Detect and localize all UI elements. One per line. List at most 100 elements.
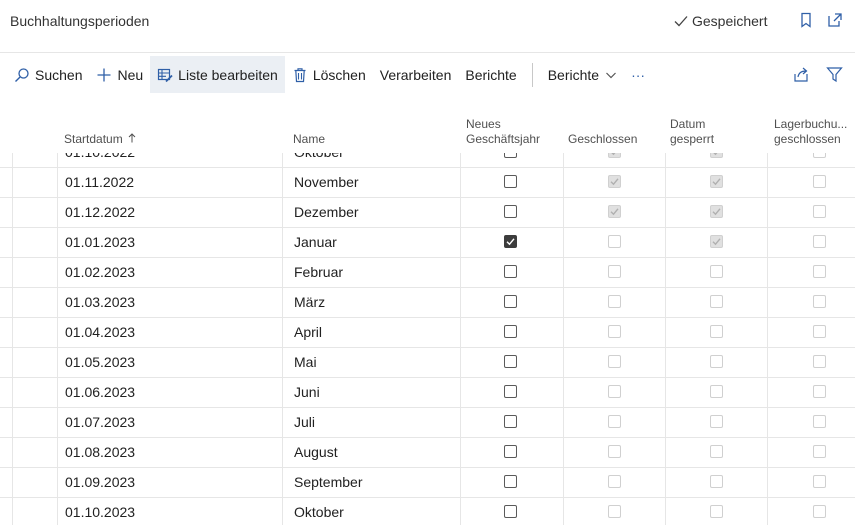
table-row[interactable]: 01.04.2023 April xyxy=(0,318,855,348)
name-cell[interactable]: März xyxy=(294,288,325,317)
closed-checkbox xyxy=(608,505,621,518)
table-row[interactable]: 01.07.2023 Juli xyxy=(0,408,855,438)
inventory-header-line2: geschlossen xyxy=(774,132,841,146)
plus-icon xyxy=(97,68,111,81)
name-cell[interactable]: Mai xyxy=(294,348,317,377)
startdate-cell[interactable]: 01.10.2022 xyxy=(65,153,135,167)
closed-checkbox xyxy=(608,235,621,248)
new-fiscal-year-checkbox[interactable] xyxy=(504,355,517,368)
startdate-cell[interactable]: 01.12.2022 xyxy=(65,198,135,227)
checkmark-icon xyxy=(712,238,721,246)
table-row[interactable]: 01.02.2023 Februar xyxy=(0,258,855,288)
name-cell[interactable]: April xyxy=(294,318,322,347)
column-divider xyxy=(12,348,13,377)
edit-list-button[interactable]: Liste bearbeiten xyxy=(150,56,285,93)
inventory-closed-checkbox xyxy=(813,415,826,428)
table-row[interactable]: 01.03.2023 März xyxy=(0,288,855,318)
name-cell[interactable]: Oktober xyxy=(294,153,344,167)
new-fiscal-year-checkbox[interactable] xyxy=(504,445,517,458)
startdate-cell[interactable]: 01.08.2023 xyxy=(65,438,135,467)
search-button[interactable]: Suchen xyxy=(0,56,89,93)
column-divider xyxy=(563,288,564,317)
date-locked-checkbox xyxy=(710,235,723,248)
column-header-name[interactable]: Name xyxy=(293,132,325,147)
startdate-cell[interactable]: 01.05.2023 xyxy=(65,348,135,377)
filter-button[interactable] xyxy=(826,56,843,93)
new-fiscal-year-checkbox[interactable] xyxy=(504,235,517,248)
new-fiscal-year-checkbox[interactable] xyxy=(504,295,517,308)
column-divider xyxy=(563,468,564,497)
table-row[interactable]: 01.12.2022 Dezember xyxy=(0,198,855,228)
title-bar: Buchhaltungsperioden Gespeichert xyxy=(0,0,855,44)
name-cell[interactable]: Januar xyxy=(294,228,337,257)
popout-icon[interactable] xyxy=(826,11,844,29)
new-fiscal-year-checkbox[interactable] xyxy=(504,205,517,218)
reports-dropdown[interactable]: Berichte xyxy=(541,56,624,93)
process-menu[interactable]: Verarbeiten xyxy=(373,56,459,93)
startdate-cell[interactable]: 01.11.2022 xyxy=(65,168,134,197)
delete-button[interactable]: Löschen xyxy=(285,56,373,93)
new-fiscal-year-checkbox[interactable] xyxy=(504,153,517,158)
startdate-cell[interactable]: 01.03.2023 xyxy=(65,288,135,317)
column-divider xyxy=(460,198,461,227)
column-header-date-locked[interactable]: Datum gesperrt xyxy=(670,117,714,147)
column-divider xyxy=(282,288,283,317)
column-header-inventory-closed[interactable]: Lagerbuchu... geschlossen xyxy=(774,117,847,147)
bookmark-icon[interactable] xyxy=(797,11,815,29)
startdate-cell[interactable]: 01.09.2023 xyxy=(65,468,135,497)
edit-list-label: Liste bearbeiten xyxy=(178,66,278,83)
new-fiscal-year-checkbox[interactable] xyxy=(504,175,517,188)
column-divider xyxy=(57,318,58,347)
startdate-cell[interactable]: 01.01.2023 xyxy=(65,228,135,257)
name-cell[interactable]: Februar xyxy=(294,258,343,287)
grid-rows: 01.10.2022Oktober01.11.2022November01.12… xyxy=(0,153,855,525)
name-cell[interactable]: August xyxy=(294,438,338,467)
name-cell[interactable]: Juli xyxy=(294,408,315,437)
reports-menu[interactable]: Berichte xyxy=(458,56,523,93)
new-fiscal-year-checkbox[interactable] xyxy=(504,265,517,278)
column-divider xyxy=(767,153,768,167)
column-divider xyxy=(563,498,564,525)
name-cell[interactable]: November xyxy=(294,168,359,197)
startdate-cell[interactable]: 01.07.2023 xyxy=(65,408,135,437)
saved-label: Gespeichert xyxy=(692,13,768,29)
inventory-closed-checkbox xyxy=(813,475,826,488)
table-row[interactable]: 01.01.2023 Januar xyxy=(0,228,855,258)
startdate-cell[interactable]: 01.06.2023 xyxy=(65,378,135,407)
date-locked-checkbox xyxy=(710,265,723,278)
table-row[interactable]: 01.09.2023 September xyxy=(0,468,855,498)
column-divider xyxy=(665,228,666,257)
table-row[interactable]: 01.06.2023 Juni xyxy=(0,378,855,408)
table-row[interactable]: 01.11.2022 November xyxy=(0,168,855,198)
startdate-cell[interactable]: 01.02.2023 xyxy=(65,258,135,287)
new-fiscal-year-checkbox[interactable] xyxy=(504,475,517,488)
name-cell[interactable]: September xyxy=(294,468,362,497)
share-button[interactable] xyxy=(793,56,810,93)
column-header-startdate[interactable]: Startdatum xyxy=(64,132,136,147)
more-actions-button[interactable]: ··· xyxy=(624,56,652,93)
inventory-closed-checkbox xyxy=(813,325,826,338)
edit-list-icon xyxy=(158,68,173,82)
column-header-new-fiscal-year[interactable]: Neues Geschäftsjahr xyxy=(466,117,540,147)
column-divider xyxy=(460,348,461,377)
closed-checkbox xyxy=(608,445,621,458)
table-row[interactable]: 01.10.2022 Oktober xyxy=(0,153,855,168)
table-row[interactable]: 01.05.2023 Mai xyxy=(0,348,855,378)
new-button[interactable]: Neu xyxy=(89,56,150,93)
startdate-cell[interactable]: 01.04.2023 xyxy=(65,318,135,347)
new-fiscal-year-checkbox[interactable] xyxy=(504,385,517,398)
name-cell[interactable]: Juni xyxy=(294,378,320,407)
name-cell[interactable]: Dezember xyxy=(294,198,359,227)
new-fiscal-year-checkbox[interactable] xyxy=(504,415,517,428)
column-divider xyxy=(282,468,283,497)
table-row[interactable]: 01.08.2023 August xyxy=(0,438,855,468)
table-row[interactable]: 01.10.2023 Oktober xyxy=(0,498,855,525)
name-cell[interactable]: Oktober xyxy=(294,498,344,525)
date-locked-checkbox xyxy=(710,205,723,218)
column-divider xyxy=(57,153,58,167)
column-header-closed[interactable]: Geschlossen xyxy=(568,132,637,147)
chevron-down-icon xyxy=(606,72,617,78)
new-fiscal-year-checkbox[interactable] xyxy=(504,325,517,338)
startdate-cell[interactable]: 01.10.2023 xyxy=(65,498,135,525)
new-fiscal-year-checkbox[interactable] xyxy=(504,505,517,518)
